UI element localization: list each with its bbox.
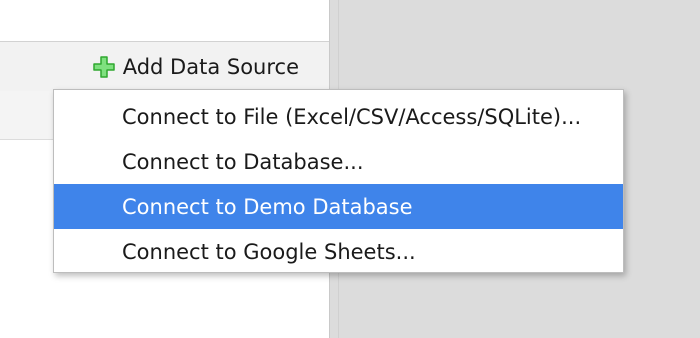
add-data-source-label: Add Data Source <box>122 54 299 79</box>
add-data-source-menu: Connect to File (Excel/CSV/Access/SQLite… <box>53 89 624 273</box>
menu-item-connect-to-file[interactable]: Connect to File (Excel/CSV/Access/SQLite… <box>54 94 623 139</box>
toolbar-row: Add Data Source <box>0 41 329 92</box>
menu-item-connect-to-google-sheets[interactable]: Connect to Google Sheets... <box>54 229 623 274</box>
menu-item-connect-to-database[interactable]: Connect to Database... <box>54 139 623 184</box>
menu-item-connect-to-demo-database[interactable]: Connect to Demo Database <box>54 184 623 229</box>
add-data-source-button[interactable]: Add Data Source <box>92 42 299 91</box>
plus-icon <box>92 55 115 78</box>
